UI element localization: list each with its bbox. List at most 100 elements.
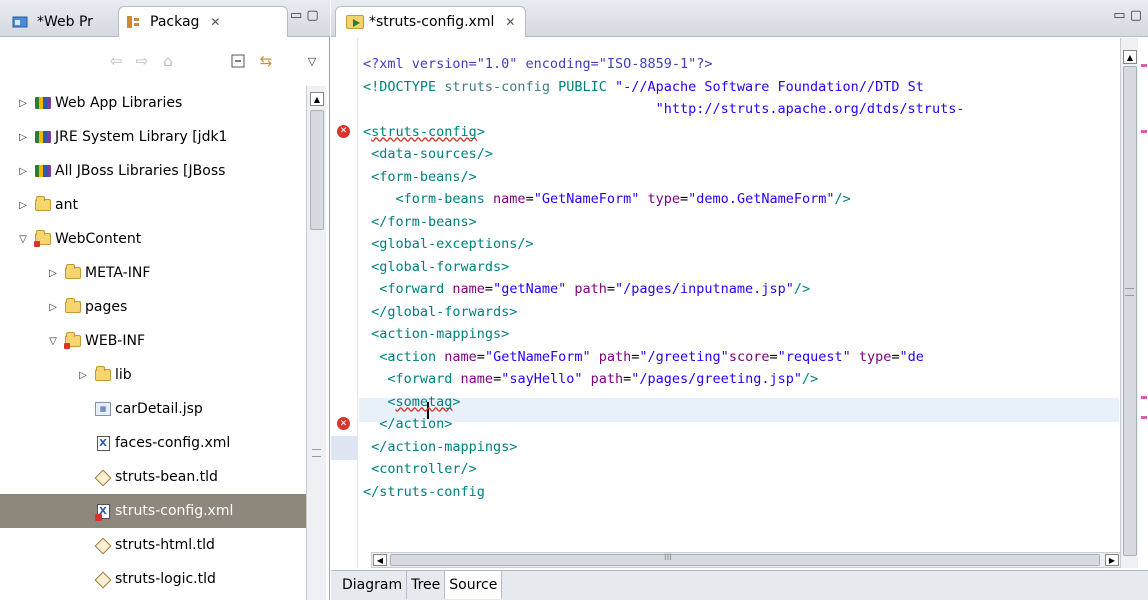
code-line[interactable]: </form-beans>: [363, 210, 477, 234]
error-marker-icon[interactable]: ✕: [337, 124, 350, 138]
error-overview-mark[interactable]: [1141, 64, 1147, 67]
code-line[interactable]: <struts-config>: [363, 120, 485, 144]
tree-item[interactable]: ▷ All JBoss Libraries [JBoss: [0, 154, 306, 188]
tab-web-project[interactable]: *Web Pr: [6, 6, 99, 37]
minimize-maximize-icon[interactable]: ▭ ▢: [290, 8, 319, 23]
close-icon[interactable]: ✕: [210, 15, 220, 29]
view-menu-icon[interactable]: ▽: [302, 52, 322, 70]
error-overview-mark[interactable]: [1141, 130, 1147, 133]
editor-horizontal-scrollbar[interactable]: ◀ III ▶: [371, 552, 1121, 568]
back-icon[interactable]: ⇦: [106, 52, 126, 70]
error-marker-icon[interactable]: ✕: [337, 417, 350, 430]
scroll-thumb[interactable]: [310, 110, 324, 230]
code-line[interactable]: <?xml version="1.0" encoding="ISO-8859-1…: [363, 52, 713, 76]
code-line[interactable]: "http://struts.apache.org/dtds/struts-: [363, 97, 965, 121]
web-project-explorer-icon: [12, 15, 28, 29]
code-line[interactable]: </global-forwards>: [363, 300, 517, 324]
code-line[interactable]: <forward name="sayHello" path="/pages/gr…: [363, 367, 818, 391]
code-line[interactable]: <controller/>: [363, 457, 477, 481]
scroll-grip-icon: III: [664, 553, 672, 563]
collapse-twisty-icon[interactable]: ▽: [46, 336, 60, 347]
expand-twisty-icon[interactable]: ▷: [46, 302, 60, 313]
code-line[interactable]: </action>: [363, 412, 452, 436]
scroll-up-icon[interactable]: ▲: [310, 92, 324, 106]
tree-item[interactable]: struts-logic.tld: [0, 562, 306, 596]
library-icon: [35, 96, 51, 110]
expand-twisty-icon[interactable]: ▷: [16, 98, 30, 109]
web-folder-icon: [64, 332, 81, 349]
xml-error-file-icon: X: [94, 503, 111, 521]
tld-file-icon: [95, 572, 111, 586]
scroll-thumb[interactable]: [1123, 66, 1137, 556]
tree-item[interactable]: ▷ META-INF: [0, 256, 306, 290]
expand-twisty-icon[interactable]: ▷: [76, 370, 90, 381]
tld-file-icon: [95, 538, 111, 552]
expand-twisty-icon[interactable]: ▷: [16, 200, 30, 211]
link-with-editor-icon[interactable]: ⇆: [256, 52, 276, 70]
code-line[interactable]: <global-forwards>: [363, 255, 509, 279]
scroll-right-icon[interactable]: ▶: [1105, 554, 1119, 566]
tab-tree[interactable]: Tree: [407, 571, 446, 599]
error-overview-mark[interactable]: [1141, 396, 1147, 399]
tree-item-label: All JBoss Libraries [JBoss: [55, 163, 226, 179]
overview-ruler[interactable]: [1139, 38, 1148, 568]
collapse-twisty-icon[interactable]: ▽: [16, 234, 30, 245]
vertical-ruler[interactable]: ✕ ✕: [331, 38, 358, 568]
tree-item-label: JRE System Library [jdk1: [55, 129, 228, 145]
scroll-thumb[interactable]: [390, 554, 1100, 566]
code-line[interactable]: <form-beans name="GetNameForm" type="dem…: [363, 187, 851, 211]
tree-item[interactable]: ▦ carDetail.jsp: [0, 392, 306, 426]
tree-item[interactable]: ▽ WebContent: [0, 222, 306, 256]
package-explorer-view: *Web Pr Packag ✕ ▭ ▢ ⇦ ⇨ ⌂ ⇆ ▽ ▷ Web App …: [0, 0, 330, 600]
close-icon[interactable]: ✕: [505, 15, 515, 29]
forward-icon[interactable]: ⇨: [132, 52, 152, 70]
code-line[interactable]: <sometag>: [363, 390, 460, 414]
tld-file-icon: [95, 470, 111, 484]
code-line[interactable]: <!DOCTYPE struts-config PUBLIC "-//Apach…: [363, 75, 924, 99]
collapse-all-icon[interactable]: [228, 52, 248, 70]
tree-item[interactable]: struts-bean.tld: [0, 460, 306, 494]
editor-tabbar: *struts-config.xml ✕ ▭ ▢: [331, 0, 1148, 37]
tab-source[interactable]: Source: [445, 571, 503, 599]
tab-package-explorer-label: Packag: [150, 14, 200, 30]
xml-file-icon: X: [95, 435, 111, 451]
code-line[interactable]: <action-mappings>: [363, 322, 509, 346]
tree-item[interactable]: Xfaces-config.xml: [0, 426, 306, 460]
folder-icon: [65, 264, 81, 280]
home-icon[interactable]: ⌂: [158, 52, 178, 70]
tree-item-label: struts-config.xml: [115, 503, 234, 519]
tree-vertical-scrollbar[interactable]: ▲: [306, 86, 326, 600]
code-line[interactable]: </struts-config: [363, 480, 485, 504]
code-line[interactable]: <global-exceptions/>: [363, 232, 534, 256]
tree-item[interactable]: ▷ ant: [0, 188, 306, 222]
tree-item[interactable]: ▷ lib: [0, 358, 306, 392]
code-line[interactable]: <forward name="getName" path="/pages/inp…: [363, 277, 810, 301]
tab-struts-config[interactable]: *struts-config.xml ✕: [335, 6, 527, 37]
code-line[interactable]: </action-mappings>: [363, 435, 517, 459]
tree-item[interactable]: ▷ JRE System Library [jdk1: [0, 120, 306, 154]
tree-item-label: ant: [55, 197, 78, 213]
editor-page-tabs: Diagram Tree Source: [331, 570, 1148, 600]
scroll-up-icon[interactable]: ▲: [1123, 50, 1137, 64]
editor-vertical-scrollbar[interactable]: ▲: [1120, 38, 1138, 568]
code-line[interactable]: <form-beans/>: [363, 165, 477, 189]
expand-twisty-icon[interactable]: ▷: [16, 166, 30, 177]
tree-item[interactable]: Xstruts-config.xml: [0, 494, 306, 528]
expand-twisty-icon[interactable]: ▷: [16, 132, 30, 143]
tab-diagram[interactable]: Diagram: [338, 571, 408, 599]
tree-item[interactable]: ▷ pages: [0, 290, 306, 324]
tree-item[interactable]: struts-html.tld: [0, 528, 306, 562]
error-overview-mark[interactable]: [1141, 416, 1147, 419]
tree-item-label: Web App Libraries: [55, 95, 183, 111]
source-text-area[interactable]: <?xml version="1.0" encoding="ISO-8859-1…: [359, 38, 1119, 568]
minimize-maximize-icon[interactable]: ▭ ▢: [1113, 8, 1142, 23]
expand-twisty-icon[interactable]: ▷: [46, 268, 60, 279]
web-folder-icon: [34, 230, 51, 247]
code-line[interactable]: <data-sources/>: [363, 142, 493, 166]
tree-item[interactable]: ▽ WEB-INF: [0, 324, 306, 358]
tree-item[interactable]: ▷ Web App Libraries: [0, 86, 306, 120]
tab-package-explorer[interactable]: Packag ✕: [118, 6, 288, 37]
scroll-left-icon[interactable]: ◀: [373, 554, 387, 566]
code-line[interactable]: <action name="GetNameForm" path="/greeti…: [363, 345, 924, 369]
jsp-file-icon: ▦: [95, 402, 111, 416]
